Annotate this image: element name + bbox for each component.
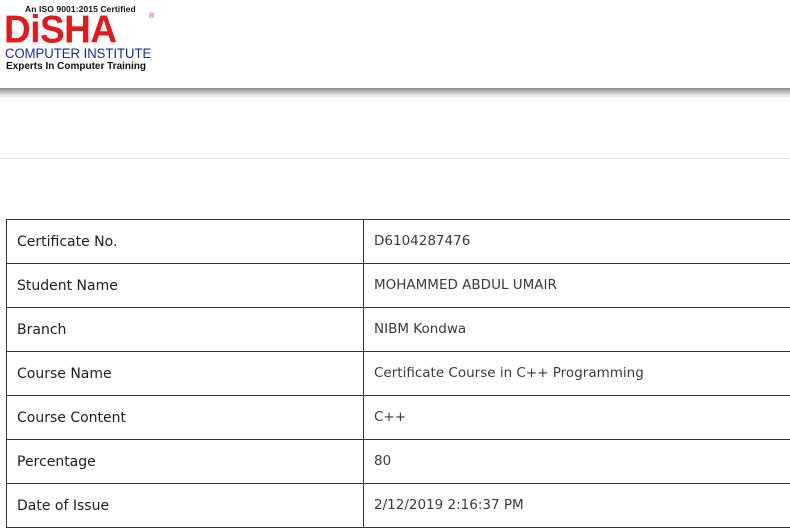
section-divider (0, 158, 790, 159)
logo-subtitle: COMPUTER INSTITUTE (5, 46, 151, 61)
certificate-no-label: Certificate No. (7, 220, 364, 264)
student-name-value: MOHAMMED ABDUL UMAIR (364, 264, 790, 308)
date-of-issue-value: 2/12/2019 2:16:37 PM (364, 484, 790, 528)
branch-value: NIBM Kondwa (364, 308, 790, 352)
student-name-label: Student Name (7, 264, 364, 308)
date-of-issue-label: Date of Issue (7, 484, 364, 528)
course-name-value: Certificate Course in C++ Programming (364, 352, 790, 396)
table-row: Percentage 80 (7, 440, 790, 484)
table-row: Student Name MOHAMMED ABDUL UMAIR (7, 264, 790, 308)
logo-tagline: Experts In Computer Training (6, 61, 146, 72)
table-row: Course Name Certificate Course in C++ Pr… (7, 352, 790, 396)
header-shadow (0, 88, 790, 98)
certificate-no-value: D6104287476 (364, 220, 790, 264)
percentage-label: Percentage (7, 440, 364, 484)
table-row: Course Content C++ (7, 396, 790, 440)
table-row: Branch NIBM Kondwa (7, 308, 790, 352)
site-header: An ISO 9001:2015 Certified DiSHA ® COMPU… (0, 0, 790, 92)
course-content-label: Course Content (7, 396, 364, 440)
branch-label: Branch (7, 308, 364, 352)
course-name-label: Course Name (7, 352, 364, 396)
disha-logo[interactable]: An ISO 9001:2015 Certified DiSHA ® COMPU… (4, 2, 164, 74)
logo-brand-text: DiSHA (4, 10, 117, 49)
percentage-value: 80 (364, 440, 790, 484)
course-content-value: C++ (364, 396, 790, 440)
table-row: Date of Issue 2/12/2019 2:16:37 PM (7, 484, 790, 528)
logo-registered-mark: ® (149, 13, 154, 20)
certificate-details-table: Certificate No. D6104287476 Student Name… (6, 219, 790, 528)
table-row: Certificate No. D6104287476 (7, 220, 790, 264)
